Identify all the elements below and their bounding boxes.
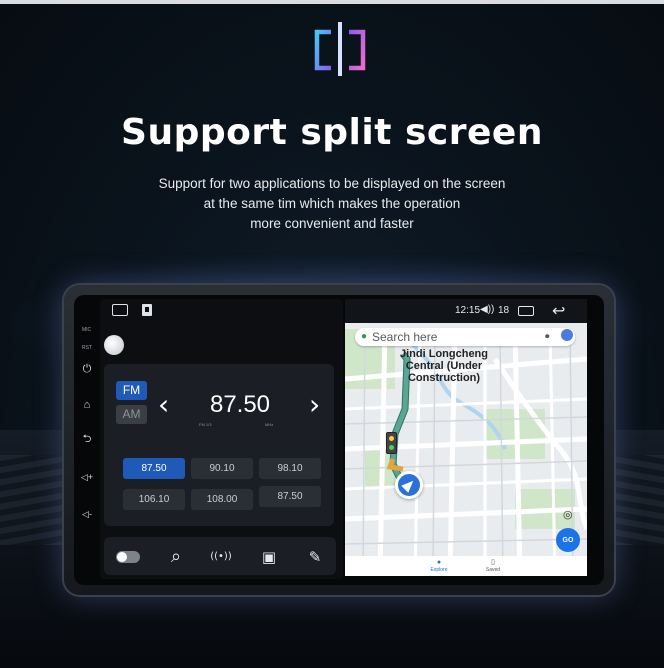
mic-icon[interactable]: ⏺ <box>545 331 550 342</box>
saved-icon: ▯ <box>491 559 495 566</box>
sd-card-icon <box>142 304 152 316</box>
left-status-bar <box>112 304 152 316</box>
home-icon[interactable]: ⌂ <box>80 398 94 412</box>
account-avatar[interactable] <box>561 329 573 341</box>
frequency-band-note: FM 1/3 <box>199 422 212 427</box>
power-icon[interactable]: ⏻ <box>80 362 94 376</box>
place-label-line: Jindi Longcheng <box>400 348 488 360</box>
window-home-icon[interactable] <box>112 304 128 316</box>
description: Support for two applications to be displ… <box>0 174 664 234</box>
description-line-1: Support for two applications to be displ… <box>158 176 506 191</box>
tab-saved[interactable]: ▯ Saved <box>478 558 508 573</box>
split-screen-icon <box>314 22 366 76</box>
frequency-unit: MHz <box>265 422 274 427</box>
locate-me-icon[interactable]: ◎ <box>563 508 573 521</box>
status-clock: 12:15 <box>455 305 481 316</box>
description-line-3: more convenient and faster <box>250 216 414 231</box>
preset-button[interactable]: 90.10 <box>191 458 253 479</box>
description-line-2: at the same tim which makes the operatio… <box>203 196 461 211</box>
map-bottom-nav <box>345 556 587 576</box>
band-am-button[interactable]: AM <box>116 405 147 424</box>
preset-button[interactable]: 87.50 <box>123 458 185 479</box>
assistant-dot[interactable] <box>104 335 124 355</box>
navigation-arrow-icon <box>395 471 423 499</box>
top-edge <box>0 0 664 4</box>
place-label-line: Construction) <box>407 372 481 384</box>
status-back-icon[interactable]: ↩ <box>552 301 565 320</box>
map-place-label[interactable]: Jindi Longcheng Central (Under Construct… <box>390 348 498 384</box>
preset-button[interactable]: 98.10 <box>259 458 321 479</box>
seek-next-button[interactable]: › <box>309 390 320 420</box>
frequency-display: 87.50 <box>209 391 271 418</box>
traffic-light-icon <box>386 432 397 454</box>
tab-explore-label: Explore <box>430 567 448 573</box>
preset-button[interactable]: 108.00 <box>191 489 253 510</box>
band-fm-button[interactable]: FM <box>116 381 147 400</box>
headline: Support split screen <box>121 112 543 153</box>
place-label-line: Central (Under <box>405 360 483 372</box>
volume-down-icon[interactable]: ◁- <box>80 507 94 521</box>
mic-label: MIC <box>82 327 92 333</box>
edit-icon[interactable]: ✎ <box>305 548 325 566</box>
save-icon[interactable]: ▣ <box>259 548 279 566</box>
explore-icon: ● <box>436 559 442 566</box>
go-button[interactable]: GO <box>556 528 580 552</box>
map-search-input[interactable]: Search here <box>372 330 437 344</box>
tab-explore[interactable]: ● Explore <box>424 558 454 573</box>
radio-signal-icon[interactable]: ((•)) <box>205 548 237 566</box>
volume-icon[interactable]: ◀)) <box>480 304 494 315</box>
preset-button[interactable]: 106.10 <box>123 489 185 510</box>
reset-label: RST <box>82 345 92 351</box>
seek-prev-button[interactable]: ‹ <box>158 390 169 420</box>
volume-level: 18 <box>498 305 510 316</box>
toggle-icon[interactable] <box>116 551 140 563</box>
search-icon[interactable]: ⌕ <box>166 548 186 566</box>
volume-up-icon[interactable]: ◁+ <box>80 470 94 484</box>
map-pin-icon: ● <box>361 331 368 342</box>
tab-saved-label: Saved <box>485 567 501 573</box>
recent-apps-icon[interactable] <box>518 306 534 316</box>
back-icon[interactable]: ⮌ <box>80 432 94 446</box>
preset-button[interactable]: 87.50 <box>259 486 321 507</box>
